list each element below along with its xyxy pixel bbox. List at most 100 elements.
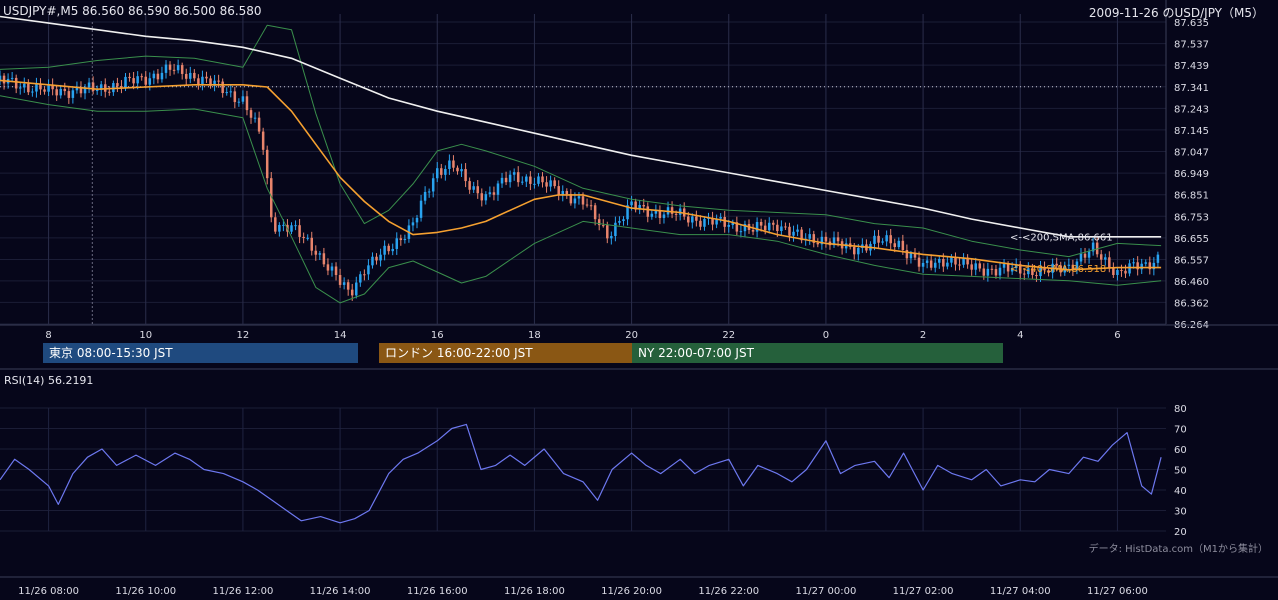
candle-body	[1006, 263, 1010, 272]
candle-body	[1099, 254, 1103, 260]
candle-body	[10, 77, 14, 79]
candle-body	[808, 234, 811, 239]
candle-body	[136, 76, 139, 84]
candle-body	[59, 88, 62, 96]
session-bar-newyork: NY 22:00-07:00 JST	[632, 343, 1003, 363]
candle-body	[108, 91, 111, 93]
candle-body	[87, 82, 91, 88]
candle-body	[929, 260, 933, 268]
candle-body	[877, 235, 880, 243]
candle-body	[763, 225, 767, 231]
price-tick-label: 87.243	[1174, 104, 1209, 115]
candle-body	[63, 88, 67, 92]
rsi-line	[0, 423, 1162, 524]
candle-body	[950, 257, 953, 263]
candle-body	[18, 87, 22, 89]
rsi-tick-label: 30	[1174, 507, 1187, 518]
candle-body	[695, 216, 698, 221]
candle-body	[1156, 254, 1160, 263]
candle-body	[767, 222, 771, 231]
candle-body	[306, 237, 309, 239]
candle-body	[589, 205, 593, 207]
candle-body	[537, 176, 540, 184]
candle-body	[184, 73, 188, 79]
rsi-time-tick: 11/26 16:00	[407, 586, 468, 597]
price-and-rsi-chart: 87.63587.53787.43987.34187.24387.14587.0…	[0, 0, 1278, 597]
sma200-label: <-<200,SMA,86.661	[1010, 233, 1113, 244]
candle-body	[601, 225, 605, 227]
candle-body	[440, 168, 443, 175]
price-tick-label: 86.362	[1174, 298, 1209, 309]
candle-body	[1108, 257, 1111, 268]
candle-body	[395, 238, 399, 249]
candle-body	[990, 268, 994, 270]
candle-body	[67, 91, 71, 98]
candle-body	[1112, 267, 1115, 275]
candle-body	[974, 263, 977, 270]
candle-body	[549, 180, 552, 187]
candle-body	[933, 262, 937, 268]
candle-body	[954, 257, 957, 265]
rsi-time-tick: 11/26 22:00	[698, 586, 759, 597]
candle-body	[970, 264, 973, 270]
candle-body	[889, 235, 892, 244]
candle-body	[468, 181, 471, 190]
candle-body	[614, 222, 617, 237]
candle-body	[180, 65, 184, 74]
price-tick-label: 87.439	[1174, 61, 1209, 72]
candle-body	[772, 222, 775, 225]
candle-body	[994, 269, 998, 276]
candle-body	[464, 169, 467, 182]
candle-body	[363, 274, 366, 276]
price-tick-label: 86.949	[1174, 169, 1209, 180]
candle-body	[759, 221, 763, 226]
candle-body	[480, 193, 484, 201]
candle-body	[399, 238, 403, 241]
price-tick-label: 86.851	[1174, 191, 1209, 202]
candle-body	[448, 160, 451, 169]
candle-body	[156, 73, 160, 80]
candle-body	[581, 196, 585, 205]
candle-body	[172, 69, 176, 71]
candle-body	[338, 275, 342, 285]
candles	[0, 59, 1160, 301]
rsi-title: RSI(14) 56.2191	[4, 374, 94, 387]
price-time-tick: 10	[139, 330, 152, 341]
candle-body	[784, 226, 787, 228]
candle-body	[484, 194, 488, 201]
candle-body	[225, 92, 228, 94]
candle-body	[836, 237, 840, 242]
candle-body	[703, 218, 706, 227]
price-tick-label: 87.145	[1174, 126, 1209, 137]
candle-body	[35, 83, 38, 92]
candle-body	[776, 224, 779, 231]
rsi-time-tick: 11/27 00:00	[796, 586, 857, 597]
candle-body	[492, 192, 496, 195]
candle-body	[427, 191, 431, 193]
candle-body	[229, 91, 233, 93]
candle-body	[622, 219, 625, 222]
candle-body	[144, 76, 148, 85]
price-tick-label: 86.460	[1174, 277, 1209, 288]
candle-body	[553, 180, 556, 187]
candle-body	[958, 264, 961, 266]
candle-body	[387, 245, 390, 252]
candle-body	[723, 217, 726, 227]
candle-body	[606, 225, 609, 239]
candle-body	[2, 75, 6, 84]
candle-body	[897, 240, 901, 248]
candle-body	[257, 117, 261, 132]
price-time-tick: 0	[823, 330, 829, 341]
candle-body	[893, 243, 896, 248]
symbol-ohlc-label: USDJPY#,M5 86.560 86.590 86.500 86.580	[3, 4, 262, 18]
candle-body	[253, 117, 257, 119]
chart-axes: 87.63587.53787.43987.34187.24387.14587.0…	[0, 0, 1278, 597]
candle-body	[249, 110, 253, 118]
candle-body	[435, 168, 439, 179]
candle-body	[452, 160, 455, 168]
candle-body	[1087, 251, 1091, 258]
candle-body	[1124, 270, 1127, 274]
candle-body	[942, 258, 945, 267]
candle-body	[472, 186, 475, 190]
candle-body	[237, 101, 241, 103]
